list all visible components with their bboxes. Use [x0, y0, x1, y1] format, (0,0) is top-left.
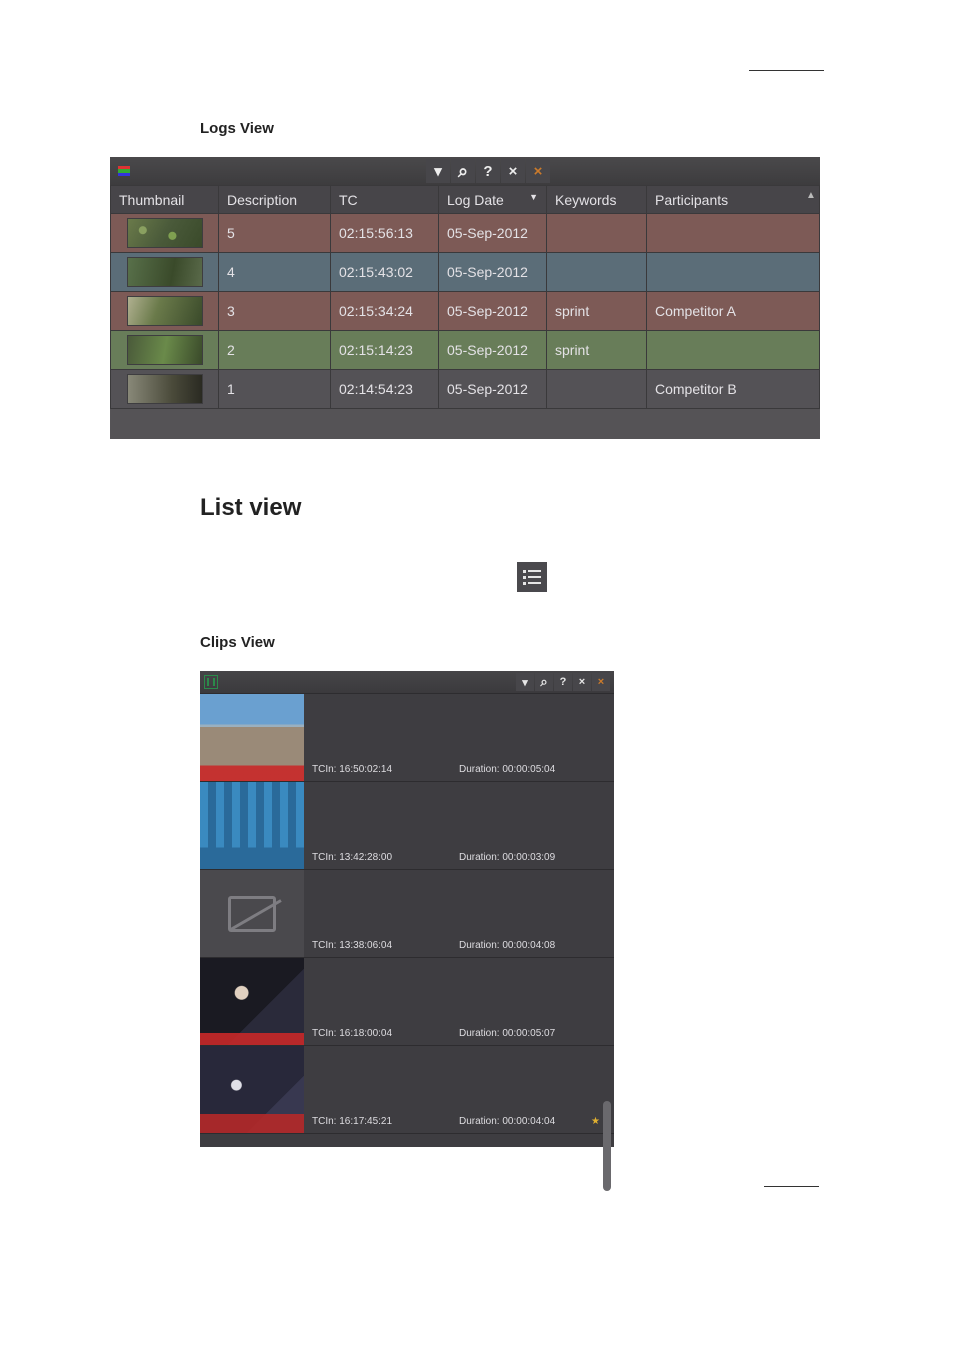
cell-log-date: 05-Sep-2012 — [439, 253, 547, 292]
clip-panel-icon[interactable] — [204, 675, 218, 689]
clips-close-icon[interactable]: × — [573, 673, 591, 691]
cell-description: 5 — [219, 214, 331, 253]
table-row[interactable]: 302:15:34:2405-Sep-2012sprintCompetitor … — [111, 292, 820, 331]
logs-view-heading: Logs View — [200, 120, 954, 137]
clips-partial-row — [200, 1133, 614, 1147]
cell-keywords — [547, 214, 647, 253]
cell-description: 4 — [219, 253, 331, 292]
header-rule — [749, 70, 824, 71]
clip-tcin: TCIn: 16:50:02:14 — [312, 764, 459, 775]
cell-participants — [647, 253, 820, 292]
list-item[interactable]: TCIn: 16:17:45:21Duration: 00:00:04:04★ — [200, 1045, 614, 1133]
cell-tc: 02:15:56:13 — [331, 214, 439, 253]
list-item[interactable]: TCIn: 13:38:06:04Duration: 00:00:04:08 — [200, 869, 614, 957]
row-color-icon[interactable] — [116, 163, 132, 179]
clips-panel: ▾ ⌕ ? × × ▲ TCIn: 16:50:02:14Duration: 0… — [200, 671, 614, 1147]
cell-log-date: 05-Sep-2012 — [439, 331, 547, 370]
close-all-icon[interactable]: × — [526, 159, 550, 183]
cell-description: 2 — [219, 331, 331, 370]
help-icon[interactable]: ? — [476, 159, 500, 183]
logs-table: Thumbnail Description TC Log Date ▼ Keyw… — [110, 185, 820, 409]
star-icon: ★ — [591, 1116, 600, 1127]
list-view-icon[interactable] — [517, 562, 547, 592]
clips-view-heading: Clips View — [200, 634, 954, 651]
cell-log-date: 05-Sep-2012 — [439, 292, 547, 331]
table-row[interactable]: 102:14:54:2305-Sep-2012 Competitor B — [111, 370, 820, 409]
clip-thumbnail — [200, 694, 304, 781]
close-icon[interactable]: × — [501, 159, 525, 183]
table-row[interactable]: 202:15:14:2305-Sep-2012sprint — [111, 331, 820, 370]
clips-help-icon[interactable]: ? — [554, 673, 572, 691]
clip-duration: Duration: 00:00:05:07 — [459, 1028, 606, 1039]
clip-info: TCIn: 13:38:06:04Duration: 00:00:04:08 — [304, 870, 614, 957]
clip-thumbnail — [200, 1046, 304, 1133]
clip-tcin: TCIn: 16:17:45:21 — [312, 1116, 459, 1127]
clip-duration: Duration: 00:00:04:08 — [459, 940, 606, 951]
cell-keywords: sprint — [547, 292, 647, 331]
table-row[interactable]: 502:15:56:1305-Sep-2012 — [111, 214, 820, 253]
cell-description: 1 — [219, 370, 331, 409]
cell-tc: 02:15:14:23 — [331, 331, 439, 370]
col-description[interactable]: Description — [219, 186, 331, 214]
clip-duration: Duration: 00:00:03:09 — [459, 852, 606, 863]
col-log-date-label: Log Date — [447, 192, 504, 208]
clip-tcin: TCIn: 13:38:06:04 — [312, 940, 459, 951]
thumbnail — [127, 335, 203, 365]
col-tc[interactable]: TC — [331, 186, 439, 214]
thumbnail — [127, 257, 203, 287]
cell-participants — [647, 331, 820, 370]
cell-keywords — [547, 253, 647, 292]
clip-info: TCIn: 16:18:00:04Duration: 00:00:05:07 — [304, 958, 614, 1045]
clip-info: TCIn: 13:42:28:00Duration: 00:00:03:09 — [304, 782, 614, 869]
search-icon[interactable]: ⌕ — [451, 159, 475, 183]
clip-info: TCIn: 16:50:02:14Duration: 00:00:05:04 — [304, 694, 614, 781]
cell-keywords: sprint — [547, 331, 647, 370]
clip-tcin: TCIn: 16:18:00:04 — [312, 1028, 459, 1039]
table-row[interactable]: 402:15:43:0205-Sep-2012 — [111, 253, 820, 292]
clips-dropdown[interactable]: ▾ — [516, 673, 534, 691]
clip-thumbnail — [200, 958, 304, 1045]
thumbnail — [127, 374, 203, 404]
clip-duration: Duration: 00:00:05:04 — [459, 764, 606, 775]
cell-description: 3 — [219, 292, 331, 331]
cell-participants: Competitor A — [647, 292, 820, 331]
cell-tc: 02:15:34:24 — [331, 292, 439, 331]
cell-keywords — [547, 370, 647, 409]
scroll-up-icon[interactable]: ▲ — [805, 190, 817, 202]
clip-info: TCIn: 16:17:45:21Duration: 00:00:04:04 — [304, 1046, 614, 1133]
clips-toolbar: ▾ ⌕ ? × × — [200, 671, 614, 693]
clips-search-icon[interactable]: ⌕ — [535, 673, 553, 691]
cell-tc: 02:14:54:23 — [331, 370, 439, 409]
clip-thumbnail — [200, 870, 304, 957]
sort-indicator-icon: ▼ — [529, 192, 538, 202]
col-participants[interactable]: Participants — [647, 186, 820, 214]
cell-participants: Competitor B — [647, 370, 820, 409]
clip-thumbnail — [200, 782, 304, 869]
thumbnail — [127, 296, 203, 326]
list-item[interactable]: TCIn: 16:18:00:04Duration: 00:00:05:07 — [200, 957, 614, 1045]
cell-participants — [647, 214, 820, 253]
cell-log-date: 05-Sep-2012 — [439, 214, 547, 253]
clip-duration: Duration: 00:00:04:04 — [459, 1116, 606, 1127]
thumbnail — [127, 218, 203, 248]
clips-close-all-icon[interactable]: × — [592, 673, 610, 691]
list-item[interactable]: TCIn: 16:50:02:14Duration: 00:00:05:04 — [200, 693, 614, 781]
col-keywords[interactable]: Keywords — [547, 186, 647, 214]
clip-tcin: TCIn: 13:42:28:00 — [312, 852, 459, 863]
logs-toolbar: ▾ ⌕ ? × × — [110, 157, 820, 185]
list-view-heading: List view — [200, 494, 954, 522]
cell-tc: 02:15:43:02 — [331, 253, 439, 292]
cell-log-date: 05-Sep-2012 — [439, 370, 547, 409]
list-item[interactable]: TCIn: 13:42:28:00Duration: 00:00:03:09 — [200, 781, 614, 869]
no-media-icon — [228, 896, 276, 932]
logs-panel: ▾ ⌕ ? × × ▲ Thumbnail Description TC Log… — [110, 157, 820, 439]
clips-scrollbar[interactable] — [603, 1101, 611, 1191]
col-log-date[interactable]: Log Date ▼ — [439, 186, 547, 214]
footer-rule — [764, 1186, 819, 1187]
col-thumbnail[interactable]: Thumbnail — [111, 186, 219, 214]
toolbar-dropdown[interactable]: ▾ — [426, 159, 450, 183]
